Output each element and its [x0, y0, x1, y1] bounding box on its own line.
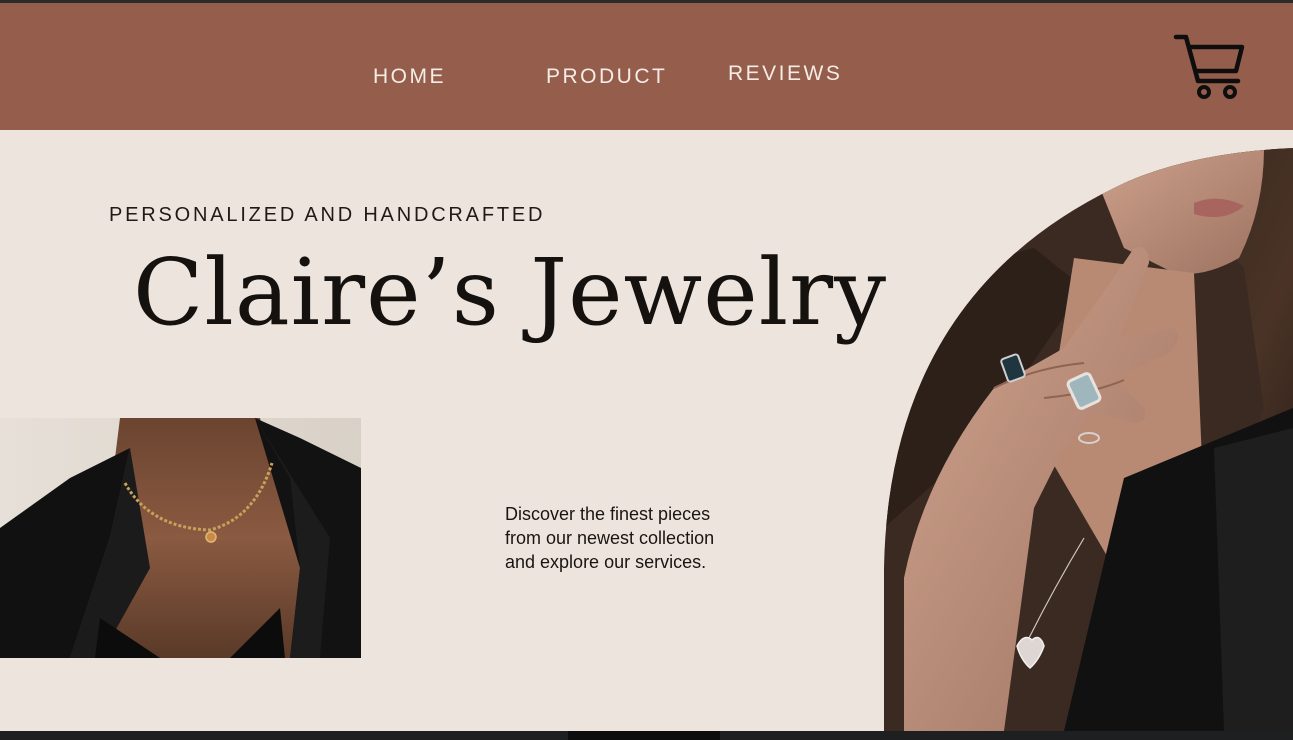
description-line: from our newest collection: [505, 528, 715, 548]
nav-home[interactable]: HOME: [373, 65, 446, 89]
model-photo: [884, 148, 1293, 731]
shopping-cart-icon[interactable]: [1172, 33, 1248, 103]
hero-section: PERSONALIZED AND HANDCRAFTED Claire’s Je…: [0, 130, 1293, 731]
description-line: and explore our services.: [505, 552, 707, 572]
description-line: Discover the finest pieces: [505, 504, 711, 524]
hero-title: Claire’s Jewelry: [133, 239, 888, 346]
nav-product[interactable]: PRODUCT: [546, 65, 667, 89]
hero-eyebrow: PERSONALIZED AND HANDCRAFTED: [109, 204, 546, 226]
necklace-photo: [0, 418, 361, 658]
nav-reviews[interactable]: REVIEWS: [728, 62, 842, 86]
site-header: HOME PRODUCT REVIEWS: [0, 3, 1293, 130]
bottom-strip-segment: [568, 731, 720, 740]
hero-description: Discover the finest pieces from our newe…: [505, 502, 765, 574]
window-bottom-strip: [0, 731, 1293, 740]
